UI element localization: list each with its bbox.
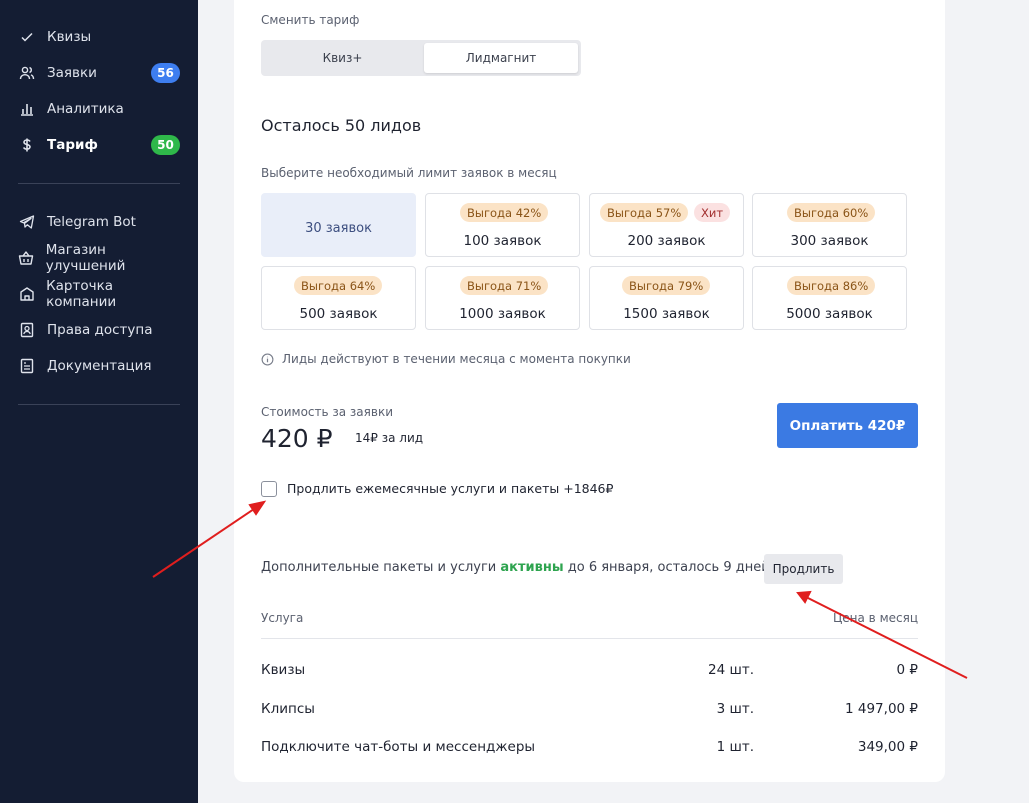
sidebar-item-label: Заявки: [47, 65, 97, 81]
tariff-switch-label: Сменить тариф: [261, 13, 360, 27]
sidebar-item-label: Аналитика: [47, 101, 124, 117]
hit-badge: Хит: [694, 203, 731, 222]
table-header-divider: [261, 638, 918, 639]
package-option-30[interactable]: 30 заявок: [261, 193, 416, 257]
sidebar-divider: [18, 183, 180, 184]
leads-validity-text: Лиды действуют в течении месяца с момент…: [282, 352, 631, 366]
sidebar-item-analytics[interactable]: Аналитика: [18, 95, 180, 123]
info-icon: [261, 353, 274, 366]
table-row-qty: 1 шт.: [716, 739, 754, 755]
sidebar-divider: [18, 404, 180, 405]
requests-count-badge: 56: [151, 63, 180, 83]
sidebar-item-quizzes[interactable]: Квизы: [18, 23, 180, 51]
package-amount: 30 заявок: [305, 221, 372, 236]
sidebar-item-label: Квизы: [47, 29, 92, 45]
sidebar-item-label: Карточка компании: [46, 278, 117, 310]
telegram-icon: [18, 213, 36, 231]
table-row-qty: 24 шт.: [708, 662, 754, 678]
savings-badge: Выгода 57%: [600, 203, 689, 222]
tariff-option-lead-magnet[interactable]: Лидмагнит: [424, 43, 578, 73]
renew-button[interactable]: Продлить: [764, 554, 843, 584]
savings-badge: Выгода 64%: [294, 276, 383, 295]
dollar-icon: [18, 136, 36, 154]
tariff-card: Сменить тариф Квиз+ Лидмагнит Осталось 5…: [234, 0, 945, 782]
cost-per-lead: 14₽ за лид: [355, 431, 424, 445]
sidebar-item-telegram-bot[interactable]: Telegram Bot: [18, 208, 180, 236]
package-amount: 300 заявок: [790, 233, 869, 249]
table-row-service: Подключите чат-боты и мессенджеры: [261, 739, 536, 755]
limit-label: Выберите необходимый лимит заявок в меся…: [261, 166, 557, 180]
savings-badge: Выгода 42%: [460, 203, 549, 222]
table-row-price: 349,00 ₽: [857, 739, 918, 755]
cost-label: Стоимость за заявки: [261, 405, 393, 419]
sidebar-item-access-rights[interactable]: Права доступа: [18, 316, 180, 344]
table-row-qty: 3 шт.: [716, 701, 754, 717]
tariff-switch: Квиз+ Лидмагнит: [261, 40, 581, 76]
sidebar-item-upgrade-store[interactable]: Магазин улучшений: [18, 242, 180, 274]
package-amount: 1000 заявок: [459, 306, 546, 322]
leads-validity-note: Лиды действуют в течении месяца с момент…: [261, 352, 631, 366]
renew-monthly-label: Продлить ежемесячные услуги и пакеты +18…: [287, 481, 614, 496]
table-row-price: 0 ₽: [896, 662, 918, 678]
sidebar-item-documentation[interactable]: Документация: [18, 352, 180, 380]
package-amount: 5000 заявок: [786, 306, 873, 322]
savings-badge: Выгода 86%: [787, 276, 876, 295]
building-icon: [18, 285, 35, 303]
savings-badge: Выгода 71%: [460, 276, 549, 295]
package-option-200[interactable]: Выгода 57% Хит 200 заявок: [589, 193, 744, 257]
tariff-option-quiz-plus[interactable]: Квиз+: [264, 43, 421, 73]
check-icon: [18, 28, 36, 46]
sidebar: Квизы Заявки 56 Аналитика Тариф 50 Teleg…: [0, 0, 198, 803]
column-header-service: Услуга: [261, 611, 304, 625]
renew-monthly-checkbox[interactable]: [261, 481, 277, 497]
extras-active-status: активны: [500, 560, 564, 575]
package-amount: 200 заявок: [627, 233, 706, 249]
sidebar-item-requests[interactable]: Заявки 56: [18, 59, 180, 87]
extras-text-after: до 6 января, осталось 9 дней: [563, 560, 770, 575]
extras-text-before: Дополнительные пакеты и услуги: [261, 560, 501, 575]
package-option-300[interactable]: Выгода 60% 300 заявок: [752, 193, 907, 257]
extras-status-text: Дополнительные пакеты и услуги активны д…: [261, 560, 770, 575]
users-icon: [18, 64, 36, 82]
sidebar-item-label: Права доступа: [47, 322, 153, 338]
package-amount: 500 заявок: [299, 306, 378, 322]
savings-badge: Выгода 79%: [622, 276, 711, 295]
package-option-5000[interactable]: Выгода 86% 5000 заявок: [752, 266, 907, 330]
basket-icon: [18, 249, 35, 267]
sidebar-item-company-card[interactable]: Карточка компании: [18, 278, 180, 310]
sidebar-item-label: Магазин улучшений: [45, 242, 126, 274]
sidebar-item-label: Документация: [47, 358, 152, 374]
savings-badge: Выгода 60%: [787, 203, 876, 222]
bar-chart-icon: [18, 100, 36, 118]
package-option-100[interactable]: Выгода 42% 100 заявок: [425, 193, 580, 257]
package-option-1000[interactable]: Выгода 71% 1000 заявок: [425, 266, 580, 330]
cost-value: 420 ₽: [261, 424, 333, 453]
table-row-service: Клипсы: [261, 701, 315, 717]
package-option-1500[interactable]: Выгода 79% 1500 заявок: [589, 266, 744, 330]
remaining-leads-title: Осталось 50 лидов: [261, 116, 422, 135]
table-row-price: 1 497,00 ₽: [845, 701, 918, 717]
package-amount: 100 заявок: [463, 233, 542, 249]
package-amount: 1500 заявок: [623, 306, 710, 322]
column-header-price: Цена в месяц: [832, 611, 918, 625]
sidebar-item-label: Тариф: [47, 137, 98, 153]
table-row-service: Квизы: [261, 662, 306, 678]
sidebar-item-label: Telegram Bot: [47, 214, 136, 230]
sidebar-item-tariff[interactable]: Тариф 50: [18, 131, 180, 159]
user-card-icon: [18, 321, 36, 339]
tariff-count-badge: 50: [151, 135, 180, 155]
pay-button[interactable]: Оплатить 420₽: [777, 403, 918, 448]
document-icon: [18, 357, 36, 375]
package-option-500[interactable]: Выгода 64% 500 заявок: [261, 266, 416, 330]
